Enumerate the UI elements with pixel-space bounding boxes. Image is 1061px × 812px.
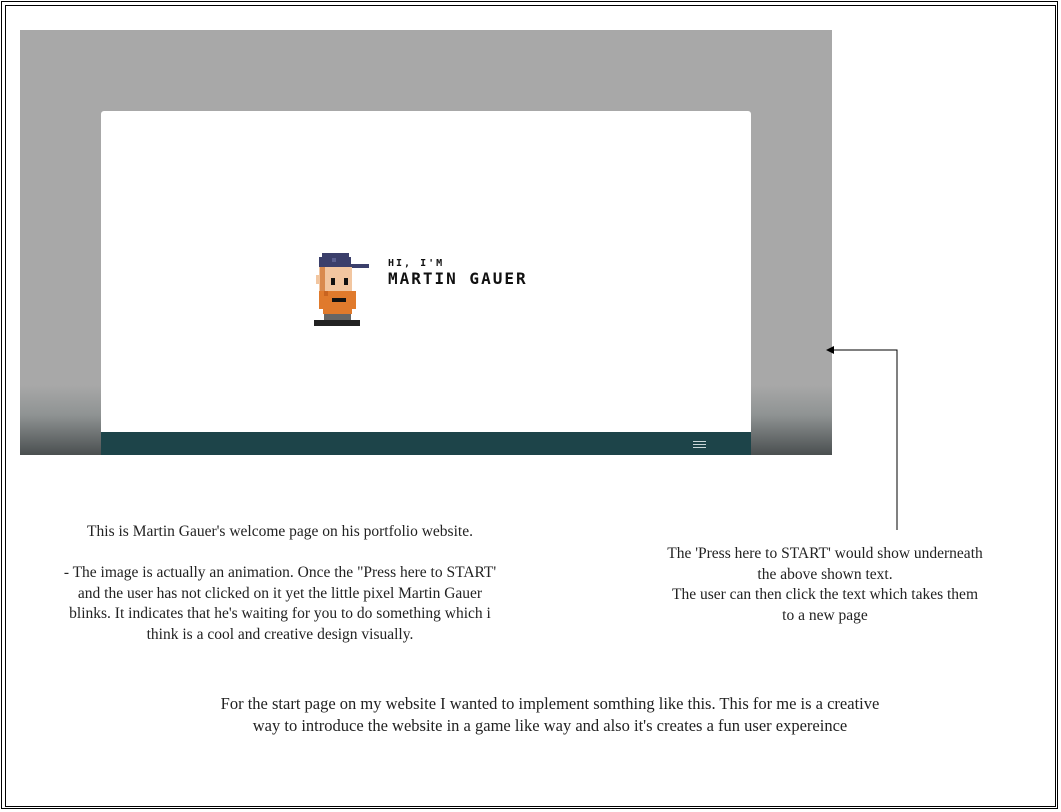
arrowhead-icon	[826, 346, 834, 354]
connector-arrow	[826, 346, 898, 530]
connector-line	[830, 349, 898, 530]
